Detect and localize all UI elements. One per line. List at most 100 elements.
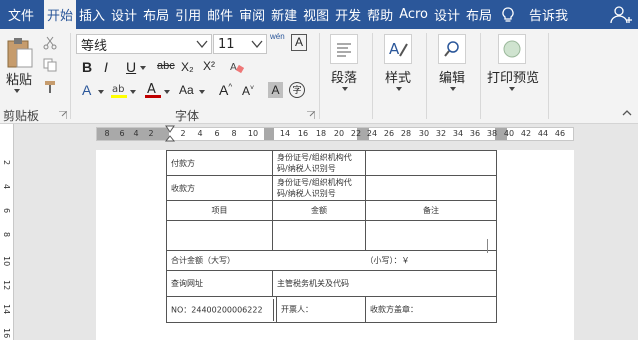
tab-review[interactable]: 审阅 (236, 0, 268, 29)
tax-office-label[interactable]: 主管税务机关及代码 (272, 270, 497, 297)
clear-formatting-button[interactable]: A (229, 59, 245, 75)
phonetic-guide-button[interactable]: wén (270, 32, 285, 41)
chevron-down-icon[interactable] (450, 87, 456, 91)
svg-text:A: A (389, 40, 400, 58)
payee-id-label[interactable]: 身份证号/组织机构代码/纳税人识别号 (272, 175, 366, 201)
payer-label[interactable]: 付款方 (166, 150, 273, 176)
share-button[interactable] (608, 0, 638, 29)
invoice-table[interactable]: 付款方 身份证号/组织机构代码/纳税人识别号 收款方 身份证号/组织机构代码/纳… (166, 150, 497, 323)
subscript-button[interactable]: X₂ (181, 60, 194, 74)
tab-view[interactable]: 视图 (300, 0, 332, 29)
chevron-down-icon[interactable] (164, 90, 170, 94)
font-color-button[interactable]: A (144, 81, 162, 99)
character-border-button[interactable]: A (291, 34, 307, 51)
chevron-down-icon[interactable] (509, 87, 515, 91)
print-preview-icon (503, 40, 521, 58)
collapse-ribbon-icon[interactable] (622, 109, 632, 117)
tab-references[interactable]: 引用 (172, 0, 204, 29)
tab-help[interactable]: 帮助 (364, 0, 396, 29)
strikethrough-button[interactable]: abc (157, 60, 175, 72)
tab-developer[interactable]: 开发 (332, 0, 364, 29)
chevron-down-icon[interactable] (140, 66, 146, 70)
search-icon (444, 41, 459, 57)
payer-id-cell[interactable] (365, 150, 497, 176)
styles-button[interactable]: A (384, 34, 412, 64)
print-preview-button[interactable] (498, 34, 526, 64)
payee-label[interactable]: 收款方 (166, 175, 273, 201)
ruler-number: 2 (148, 129, 154, 138)
seal-label[interactable]: 收款方盖章： (365, 296, 497, 323)
note-cell[interactable] (365, 220, 497, 251)
vertical-ruler-number: 10 (2, 256, 11, 267)
format-painter-button[interactable] (42, 79, 58, 95)
issuer-label[interactable]: 开票人： (276, 296, 366, 323)
vertical-ruler[interactable]: 2 4 6 8 10 12 14 16 (0, 124, 14, 340)
shrink-font-button[interactable]: A˅ (242, 84, 254, 98)
amount-cell[interactable] (272, 220, 366, 251)
clipboard-launcher-icon[interactable] (59, 111, 67, 119)
ruler-number: 4 (133, 129, 139, 138)
payer-id-label[interactable]: 身份证号/组织机构代码/纳税人识别号 (272, 150, 366, 176)
payee-id-cell[interactable] (365, 175, 497, 201)
italic-button[interactable]: I (104, 59, 108, 75)
enclose-characters-button[interactable]: 字 (289, 82, 305, 98)
amount-header[interactable]: 金额 (272, 200, 366, 221)
paragraph-label: 段落 (331, 71, 358, 86)
highlight-button[interactable]: ab (110, 81, 128, 99)
chevron-down-icon[interactable] (250, 36, 264, 52)
ribbon-home: 粘贴 剪贴板 等线 11 wén A B I U abc X₂ X² A A a… (0, 29, 638, 124)
tab-home[interactable]: 开始 (44, 0, 77, 29)
chevron-down-icon[interactable] (396, 87, 402, 91)
paragraph-button[interactable] (330, 34, 358, 64)
character-shading-button[interactable]: A (268, 82, 283, 98)
chevron-down-icon[interactable] (342, 87, 348, 91)
document-page[interactable]: 付款方 身份证号/组织机构代码/纳税人识别号 收款方 身份证号/组织机构代码/纳… (96, 150, 574, 340)
number-cell[interactable]: NO：24400200006222 (166, 296, 277, 323)
note-header[interactable]: 备注 (365, 200, 497, 221)
grow-font-button[interactable]: A^ (219, 82, 232, 98)
tab-new[interactable]: 新建 (268, 0, 300, 29)
tab-table-layout[interactable]: 布局 (463, 0, 495, 29)
tab-layout[interactable]: 布局 (140, 0, 172, 29)
text-effects-button[interactable]: A (82, 82, 91, 98)
chevron-down-icon[interactable] (195, 36, 209, 52)
ruler-number: 24 (366, 129, 378, 138)
paste-dropdown-icon[interactable] (14, 89, 20, 93)
chevron-down-icon[interactable] (199, 90, 205, 94)
cut-button[interactable] (42, 35, 58, 51)
ruler-number: 16 (297, 129, 309, 138)
ruler-number: 36 (469, 129, 481, 138)
font-name-combo[interactable]: 等线 (76, 34, 212, 54)
item-header[interactable]: 项目 (166, 200, 273, 221)
chevron-down-icon[interactable] (130, 90, 136, 94)
font-size-combo[interactable]: 11 (213, 34, 267, 54)
highlighter-icon: ab (111, 84, 127, 98)
ruler-number: 8 (104, 129, 110, 138)
ruler-number: 20 (333, 129, 345, 138)
tab-table-design[interactable]: 设计 (431, 0, 463, 29)
tab-acrobat[interactable]: Acro (396, 0, 431, 29)
ruler-number: 6 (214, 129, 220, 138)
font-launcher-icon[interactable] (307, 111, 315, 119)
clipboard-group-label: 剪贴板 (3, 109, 40, 123)
tab-file[interactable]: 文件 (0, 0, 44, 29)
copy-button[interactable] (42, 57, 58, 73)
total-row[interactable]: 合计金额（大写） （小写）：￥ (166, 250, 497, 271)
print-preview-label: 打印预览 (487, 71, 540, 86)
underline-button[interactable]: U (126, 59, 136, 75)
bold-button[interactable]: B (82, 59, 92, 75)
query-url-label[interactable]: 查询网址 (166, 270, 273, 297)
tab-mailings[interactable]: 邮件 (204, 0, 236, 29)
tab-design[interactable]: 设计 (108, 0, 140, 29)
paste-button[interactable] (4, 35, 34, 69)
ruler-column-marker[interactable] (264, 128, 274, 140)
tell-me-box[interactable]: 告诉我 (495, 0, 568, 29)
chevron-down-icon[interactable] (98, 90, 104, 94)
change-case-button[interactable]: Aa (179, 83, 194, 97)
editing-button[interactable] (438, 34, 466, 64)
superscript-button[interactable]: X² (203, 59, 215, 73)
item-cell[interactable] (166, 220, 273, 251)
tab-insert[interactable]: 插入 (76, 0, 108, 29)
ruler-number: 32 (435, 129, 447, 138)
indent-marker-icon[interactable] (164, 124, 176, 144)
